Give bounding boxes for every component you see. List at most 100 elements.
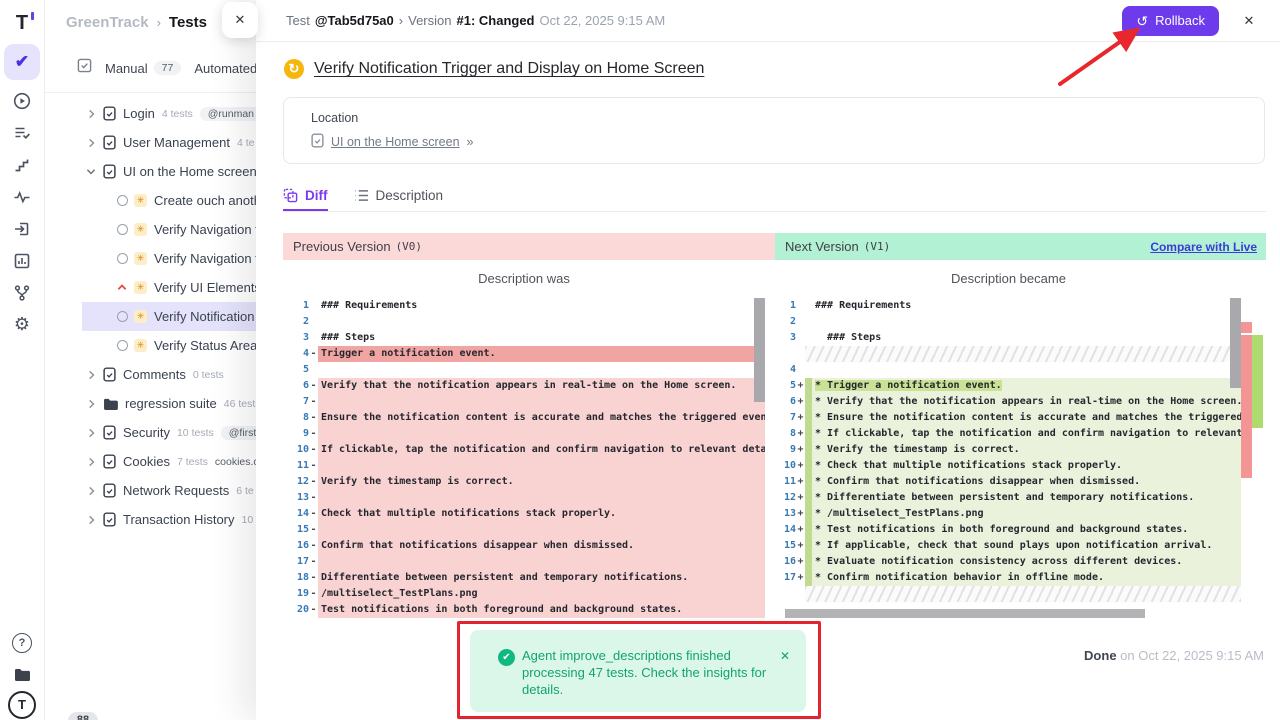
- branches-icon[interactable]: [6, 279, 38, 306]
- tree-item-cookies[interactable]: Cookies7 testscookies.c: [82, 447, 256, 476]
- header-test-id[interactable]: @Tab5d75a0: [315, 13, 394, 28]
- manual-count-badge: 77: [154, 61, 182, 75]
- tree-item-ui-on-the-home-screen[interactable]: UI on the Home screen: [82, 157, 256, 186]
- test-status-circle-icon: [117, 340, 128, 351]
- tree-item-count: 0 tests: [193, 369, 224, 381]
- diff-line: 18-Differentiate between persistent and …: [283, 570, 765, 586]
- header-version-value: #1: Changed: [456, 13, 534, 28]
- tests-check-icon[interactable]: ✔: [4, 44, 40, 80]
- document-icon: [103, 483, 116, 498]
- chevron-right-icon: [87, 138, 96, 148]
- test-status-circle-icon: [117, 311, 128, 322]
- diff-line: 16+* Evaluate notification consistency a…: [770, 554, 1241, 570]
- diff-line: 8-Ensure the notification content is acc…: [283, 410, 765, 426]
- sidebar-tab-bar: Manual 77 Automated: [44, 44, 256, 93]
- diff-line: 3 ### Steps: [770, 330, 1241, 346]
- location-arrow: »: [467, 135, 474, 149]
- diff-pane-next: 1### Requirements23 ### Steps45+* Trigge…: [770, 298, 1241, 618]
- diff-collapsed-region: [805, 586, 1241, 602]
- select-tests-icon[interactable]: [77, 58, 92, 78]
- diff-line: 9+* Verify the timestamp is correct.: [770, 442, 1241, 458]
- tree-item-label: Cookies: [123, 454, 170, 469]
- tree-item-create-ouch-anothe[interactable]: ✳Create ouch anothe: [82, 186, 256, 215]
- modal-close-left-button[interactable]: ✕: [222, 2, 258, 38]
- breadcrumb-page[interactable]: Tests: [169, 14, 207, 31]
- document-icon: [103, 106, 116, 121]
- tree-item-label: UI on the Home screen: [123, 164, 256, 179]
- app-logo-icon[interactable]: T: [7, 8, 37, 38]
- left-pane-vertical-scrollbar[interactable]: [754, 298, 765, 402]
- tab-description[interactable]: Description: [354, 180, 444, 211]
- right-pane-horizontal-scrollbar[interactable]: [785, 609, 1145, 618]
- runs-play-icon[interactable]: [6, 87, 38, 114]
- annotation-rectangle: [457, 621, 821, 719]
- tree-item-verify-notification-t[interactable]: ✳Verify Notification T: [82, 302, 256, 331]
- tree-item-comments[interactable]: Comments0 tests: [82, 360, 256, 389]
- diff-collapsed-region: [805, 346, 1241, 362]
- left-pane-caption: Description was: [283, 271, 765, 286]
- breadcrumb-separator: ›: [157, 15, 161, 30]
- help-icon[interactable]: ?: [6, 629, 38, 656]
- compare-with-live-link[interactable]: Compare with Live: [1150, 240, 1257, 254]
- modal-close-button[interactable]: ✕: [1236, 8, 1262, 34]
- diff-view: Previous Version(V0) Next Version(V1) Co…: [283, 233, 1266, 620]
- document-icon: [103, 454, 116, 469]
- diff-line: 7+* Ensure the notification content is a…: [770, 410, 1241, 426]
- tree-item-security[interactable]: Security10 tests@first: [82, 418, 256, 447]
- test-title[interactable]: Verify Notification Trigger and Display …: [314, 60, 704, 78]
- location-link[interactable]: UI on the Home screen: [331, 135, 460, 149]
- tree-item-regression-suite[interactable]: regression suite46 tests: [82, 389, 256, 418]
- document-icon: [103, 512, 116, 527]
- tree-item-user-management[interactable]: User Management4 te: [82, 128, 256, 157]
- tab-automated[interactable]: Automated: [194, 61, 256, 76]
- test-status-circle-icon: [117, 253, 128, 264]
- right-pane-vertical-scrollbar[interactable]: [1230, 298, 1241, 388]
- settings-gear-icon[interactable]: ⚙: [6, 311, 38, 338]
- tree-item-transaction-history[interactable]: Transaction History10: [82, 505, 256, 534]
- diff-line: 12+* Differentiate between persistent an…: [770, 490, 1241, 506]
- tree-item-count: 46 tests: [224, 398, 256, 410]
- diff-line: 20-Test notifications in both foreground…: [283, 602, 765, 618]
- tree-item-count: 10: [242, 514, 254, 526]
- tree-item-label: Verify Navigation to: [154, 251, 256, 266]
- activity-icon[interactable]: [6, 183, 38, 210]
- reports-chart-icon[interactable]: [6, 247, 38, 274]
- right-pane-caption: Description became: [775, 271, 1242, 286]
- tree-item-verify-navigation-to[interactable]: ✳Verify Navigation to: [82, 215, 256, 244]
- test-tree: Login4 tests@runmanUser Management4 te UI…: [44, 93, 256, 534]
- diff-line: 2: [283, 314, 765, 330]
- tree-item-label: Security: [123, 425, 170, 440]
- diff-line: 13+* /multiselect_TestPlans.png: [770, 506, 1241, 522]
- tree-item-verify-ui-elements-o[interactable]: ✳Verify UI Elements o: [82, 273, 256, 302]
- chevron-right-icon: [87, 486, 96, 496]
- test-status-circle-icon: [117, 224, 128, 235]
- diff-line: 1### Requirements: [770, 298, 1241, 314]
- diff-line: 10-If clickable, tap the notification an…: [283, 442, 765, 458]
- tree-item-label: Verify Status Area a: [154, 338, 256, 353]
- tab-manual[interactable]: Manual 77: [105, 61, 181, 76]
- import-box-icon[interactable]: [6, 215, 38, 242]
- chevron-right-icon: [87, 109, 96, 119]
- location-doc-icon: [311, 133, 324, 151]
- steps-icon[interactable]: [6, 151, 38, 178]
- test-list-icon[interactable]: [6, 119, 38, 146]
- location-card: Location UI on the Home screen »: [283, 97, 1265, 164]
- tree-item-count: 4 te: [237, 137, 255, 149]
- user-avatar[interactable]: T: [6, 693, 38, 720]
- diff-ruler-deletion-mark: [1241, 335, 1252, 478]
- diff-ruler-addition-mark: [1252, 335, 1263, 428]
- tree-item-count: 10 tests: [177, 427, 214, 439]
- document-icon: [103, 164, 116, 179]
- breadcrumb-app[interactable]: GreenTrack: [66, 14, 149, 31]
- flaky-test-icon: ✳: [134, 223, 147, 236]
- tree-item-verify-navigation-to[interactable]: ✳Verify Navigation to: [82, 244, 256, 273]
- tab-diff[interactable]: Diff: [283, 180, 328, 211]
- diff-line: 19-/multiselect_TestPlans.png: [283, 586, 765, 602]
- diff-line: 13-: [283, 490, 765, 506]
- tree-item-label: Login: [123, 106, 155, 121]
- tree-item-login[interactable]: Login4 tests@runman: [82, 99, 256, 128]
- projects-folder-icon[interactable]: [6, 661, 38, 688]
- tree-item-network-requests[interactable]: Network Requests6 te: [82, 476, 256, 505]
- tree-item-verify-status-area-a[interactable]: ✳Verify Status Area a: [82, 331, 256, 360]
- chevron-right-icon: [87, 399, 96, 409]
